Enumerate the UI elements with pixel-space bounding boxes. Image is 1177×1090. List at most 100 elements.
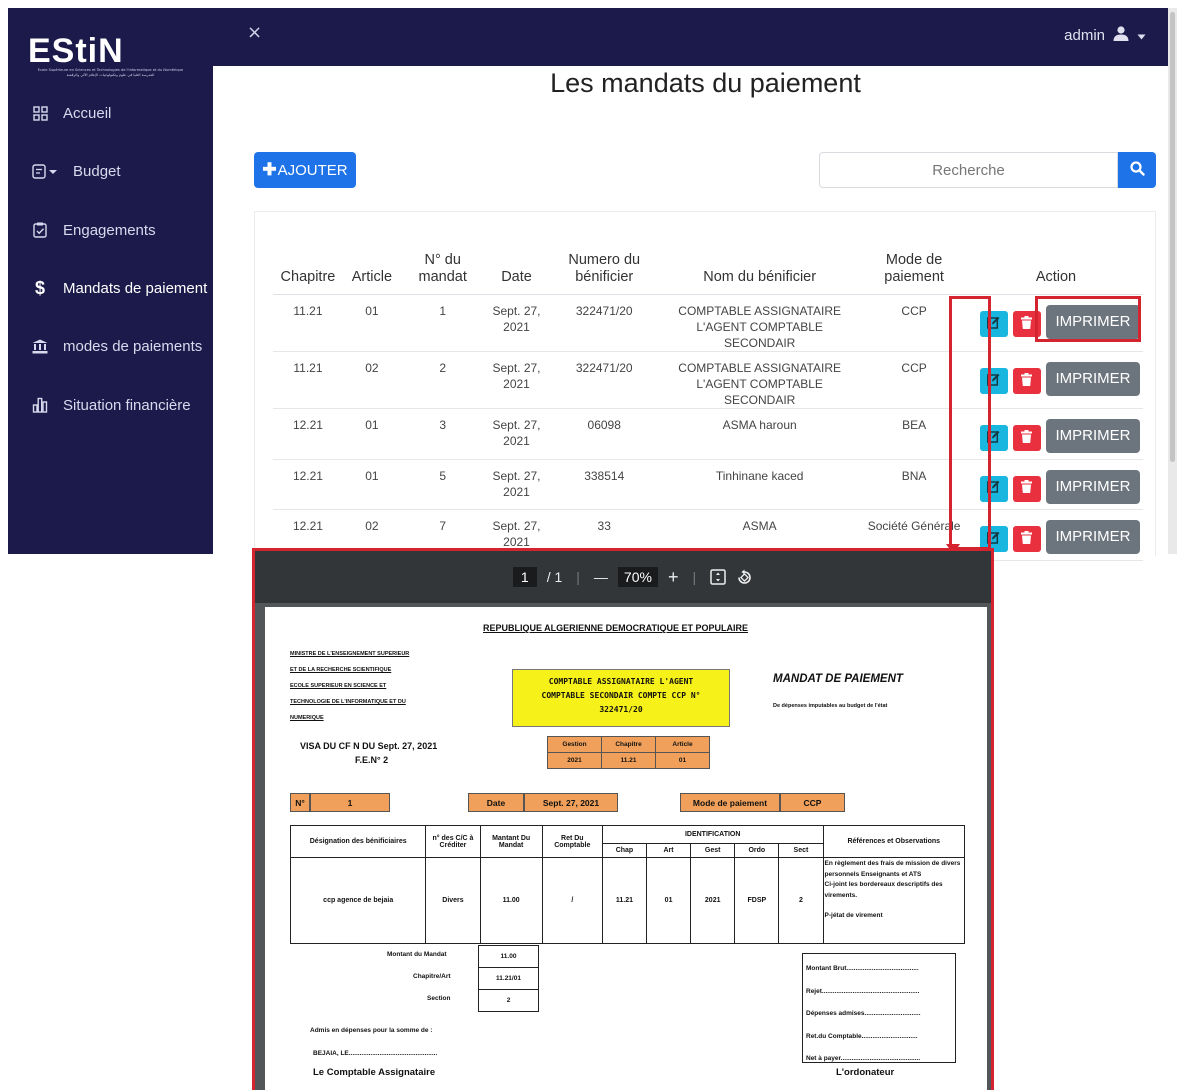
user-menu[interactable]: admin [1064,26,1146,45]
edit-icon [987,316,1000,333]
sidebar: EStiN Ecole Supérieure en Sciences et Te… [8,8,213,554]
toolbar-divider: | [692,569,697,585]
sidebar-item-situation[interactable]: Situation financière [8,385,213,425]
fit-page-icon[interactable] [710,569,726,585]
add-button[interactable]: ✚ AJOUTER [254,152,356,188]
clipboard-check-icon [31,222,49,238]
search-button[interactable] [1118,152,1156,188]
mandat-detail-table: Désignation des bénificiaires n° des C/C… [289,825,966,944]
delete-button[interactable] [1012,425,1041,451]
delete-button[interactable] [1012,475,1041,502]
ministry-line: MINISTRE DE L'ENSEIGNEMENT SUPERIEUR [290,651,410,657]
sidebar-item-mandats[interactable]: $ Mandats de paiement [8,268,213,308]
ministry-line: NUMERIQUE [290,715,324,721]
cell-article: 02 [342,351,401,409]
mandat-subtitle: De dépenses imputables au budget de l'ét… [773,703,888,709]
ordonnateur-signature: L'ordonateur [836,1067,895,1078]
rotate-icon[interactable] [736,569,753,586]
sidebar-item-label: Engagements [63,221,156,239]
bar-chart-icon [31,397,49,413]
cell-date: Sept. 27, 2021 [484,459,549,510]
search-input[interactable] [819,152,1118,188]
sidebar-item-engagements[interactable]: Engagements [8,210,213,250]
sidebar-item-accueil[interactable]: Accueil [8,93,213,133]
print-button[interactable]: IMPRIMER [1045,469,1140,504]
zoom-out-button[interactable]: — [594,569,608,585]
sidebar-item-label: Budget [73,162,121,180]
bejaia-line: BEJAIA, LE..............................… [313,1050,438,1057]
ordo-header: Ordo [734,843,780,858]
col-action: Action [968,252,1143,295]
gestion-table: Gestion Chapitre Article 2021 11.21 01 [547,736,710,769]
sidebar-item-label: Accueil [63,104,112,122]
sect-header: Sect [778,843,824,858]
edit-button[interactable] [979,425,1008,451]
mandat-title: MANDAT DE PAIEMENT [773,673,903,685]
cell-numero: 06098 [548,408,661,460]
delete-button[interactable] [1012,368,1041,394]
estin-logo[interactable]: EStiN [28,32,124,71]
page-title: Les mandats du paiement [550,68,861,98]
cell-nom: COMPTABLE ASSIGNATAIRE L'AGENT COMPTABLE… [660,351,860,409]
sidebar-item-budget[interactable]: Budget [8,151,213,191]
table-row: 11.21 01 1 Sept. 27, 2021 322471/20 COMP… [273,294,1143,352]
gestion-value: 2021 [547,752,602,769]
cell-action: IMPRIMER [968,459,1143,510]
cc-value: Divers [425,857,481,944]
print-button[interactable]: IMPRIMER [1045,362,1140,396]
republic-heading: REPUBLIQUE ALGERIENNE DEMOCRATIQUE ET PO… [483,623,749,633]
zoom-in-button[interactable]: + [668,567,679,588]
caret-down-icon [1137,27,1146,44]
gest-header: Gest [690,843,736,858]
delete-button[interactable] [1012,311,1041,337]
print-button[interactable]: IMPRIMER [1045,305,1140,339]
cell-action: IMPRIMER [968,351,1143,409]
cell-mandat: 1 [400,294,485,352]
zoom-level[interactable]: 70% [617,567,658,587]
col-chapitre: Chapitre [273,252,343,295]
cell-action: IMPRIMER [968,408,1143,460]
page-number-input[interactable]: 1 [512,567,537,587]
trash-icon [1021,372,1033,390]
accounting-ref-box: Montant Brut............................… [802,953,956,1063]
edit-icon [987,430,1000,447]
edit-button[interactable] [979,368,1008,394]
plus-icon: ✚ [262,160,277,179]
gest-value: 2021 [690,857,736,944]
trash-icon [1021,315,1033,333]
comptable-signature: Le Comptable Assignataire [313,1067,436,1078]
visa-line: VISA DU CF N DU Sept. 27, 2021 [300,741,438,751]
cell-mandat: 5 [400,459,485,510]
chap-value: 11.21 [601,857,648,944]
chap-header: Chap [601,843,648,858]
pdf-viewer: 1 / 1 | — 70% + | REPUBLIQUE ALGERIENNE … [252,548,994,1090]
designation-value: ccp agence de bejaia [289,857,427,944]
admis-line: Admis en dépenses pour la somme de : [310,1027,433,1034]
ret-value: / [541,857,603,944]
grid-icon [31,105,49,121]
cell-article: 01 [342,294,401,352]
montant-value: 11.00 [479,857,543,944]
edit-button[interactable] [979,311,1008,337]
print-button[interactable]: IMPRIMER [1045,419,1140,453]
topbar: × admin [213,8,1168,66]
print-button[interactable]: IMPRIMER [1045,520,1140,554]
edit-button[interactable] [979,475,1008,502]
cell-numero: 338514 [548,459,661,510]
col-date: Date [484,252,549,295]
main-content: Les mandats du paiement ✚ AJOUTER Chapit… [213,66,1168,561]
cell-date: Sept. 27, 2021 [484,408,549,460]
close-sidebar-icon[interactable]: × [247,22,262,43]
cell-mode: BNA [859,459,969,510]
search-icon [1129,160,1145,180]
summary-label: Montant du Mandat [387,951,447,958]
summary-label: Section [427,995,451,1002]
gestion-header: Gestion [547,736,602,753]
col-article: Article [342,252,401,295]
user-icon [1113,26,1129,45]
ref-line: Dépenses admises........................… [806,1010,921,1017]
delete-button[interactable] [1012,526,1041,552]
article-header: Article [655,736,710,753]
designation-header: Désignation des bénificiaires [289,825,427,858]
sidebar-item-modes[interactable]: modes de paiements [8,326,213,366]
